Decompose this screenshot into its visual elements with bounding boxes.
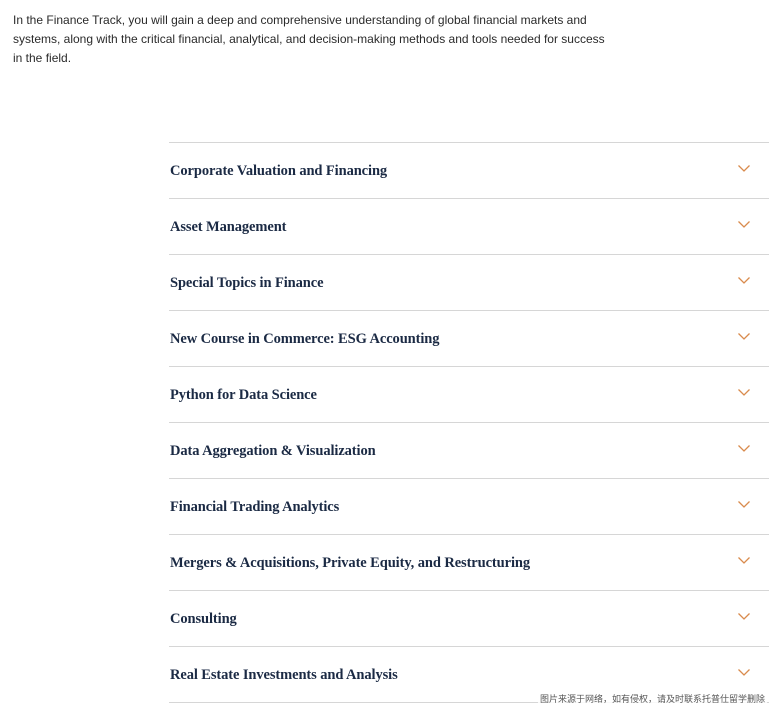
chevron-down-icon[interactable] — [737, 553, 751, 567]
chevron-down-icon[interactable] — [737, 497, 751, 511]
accordion-item-label: Financial Trading Analytics — [170, 498, 340, 515]
accordion-item-corporate-valuation[interactable]: Corporate Valuation and Financing — [169, 143, 769, 199]
accordion-item-data-aggregation[interactable]: Data Aggregation & Visualization — [169, 423, 769, 479]
chevron-down-icon[interactable] — [737, 161, 751, 175]
accordion-item-python-data-science[interactable]: Python for Data Science — [169, 367, 769, 423]
accordion-item-label: Data Aggregation & Visualization — [170, 442, 376, 459]
chevron-down-icon[interactable] — [737, 217, 751, 231]
accordion-item-esg-accounting[interactable]: New Course in Commerce: ESG Accounting — [169, 311, 769, 367]
chevron-down-icon[interactable] — [737, 609, 751, 623]
chevron-down-icon[interactable] — [737, 273, 751, 287]
course-accordion: Corporate Valuation and Financing Asset … — [169, 142, 769, 703]
chevron-down-icon[interactable] — [737, 385, 751, 399]
accordion-item-mergers-acquisitions[interactable]: Mergers & Acquisitions, Private Equity, … — [169, 535, 769, 591]
accordion-item-label: Consulting — [170, 610, 237, 627]
accordion-item-label: Asset Management — [170, 218, 287, 235]
accordion-item-label: Special Topics in Finance — [170, 274, 324, 291]
accordion-item-label: Real Estate Investments and Analysis — [170, 666, 398, 683]
chevron-down-icon[interactable] — [737, 441, 751, 455]
chevron-down-icon[interactable] — [737, 329, 751, 343]
source-watermark: 图片来源于网络，如有侵权，请及时联系托普仕留学删除 — [537, 691, 767, 706]
accordion-item-label: Corporate Valuation and Financing — [170, 162, 388, 179]
accordion-item-label: Python for Data Science — [170, 386, 317, 403]
accordion-item-label: Mergers & Acquisitions, Private Equity, … — [170, 554, 531, 571]
accordion-item-special-topics[interactable]: Special Topics in Finance — [169, 255, 769, 311]
accordion-item-financial-trading[interactable]: Financial Trading Analytics — [169, 479, 769, 535]
accordion-item-label: New Course in Commerce: ESG Accounting — [170, 330, 440, 347]
chevron-down-icon[interactable] — [737, 665, 751, 679]
accordion-item-consulting[interactable]: Consulting — [169, 591, 769, 647]
intro-paragraph: In the Finance Track, you will gain a de… — [13, 13, 605, 65]
accordion-item-asset-management[interactable]: Asset Management — [169, 199, 769, 255]
